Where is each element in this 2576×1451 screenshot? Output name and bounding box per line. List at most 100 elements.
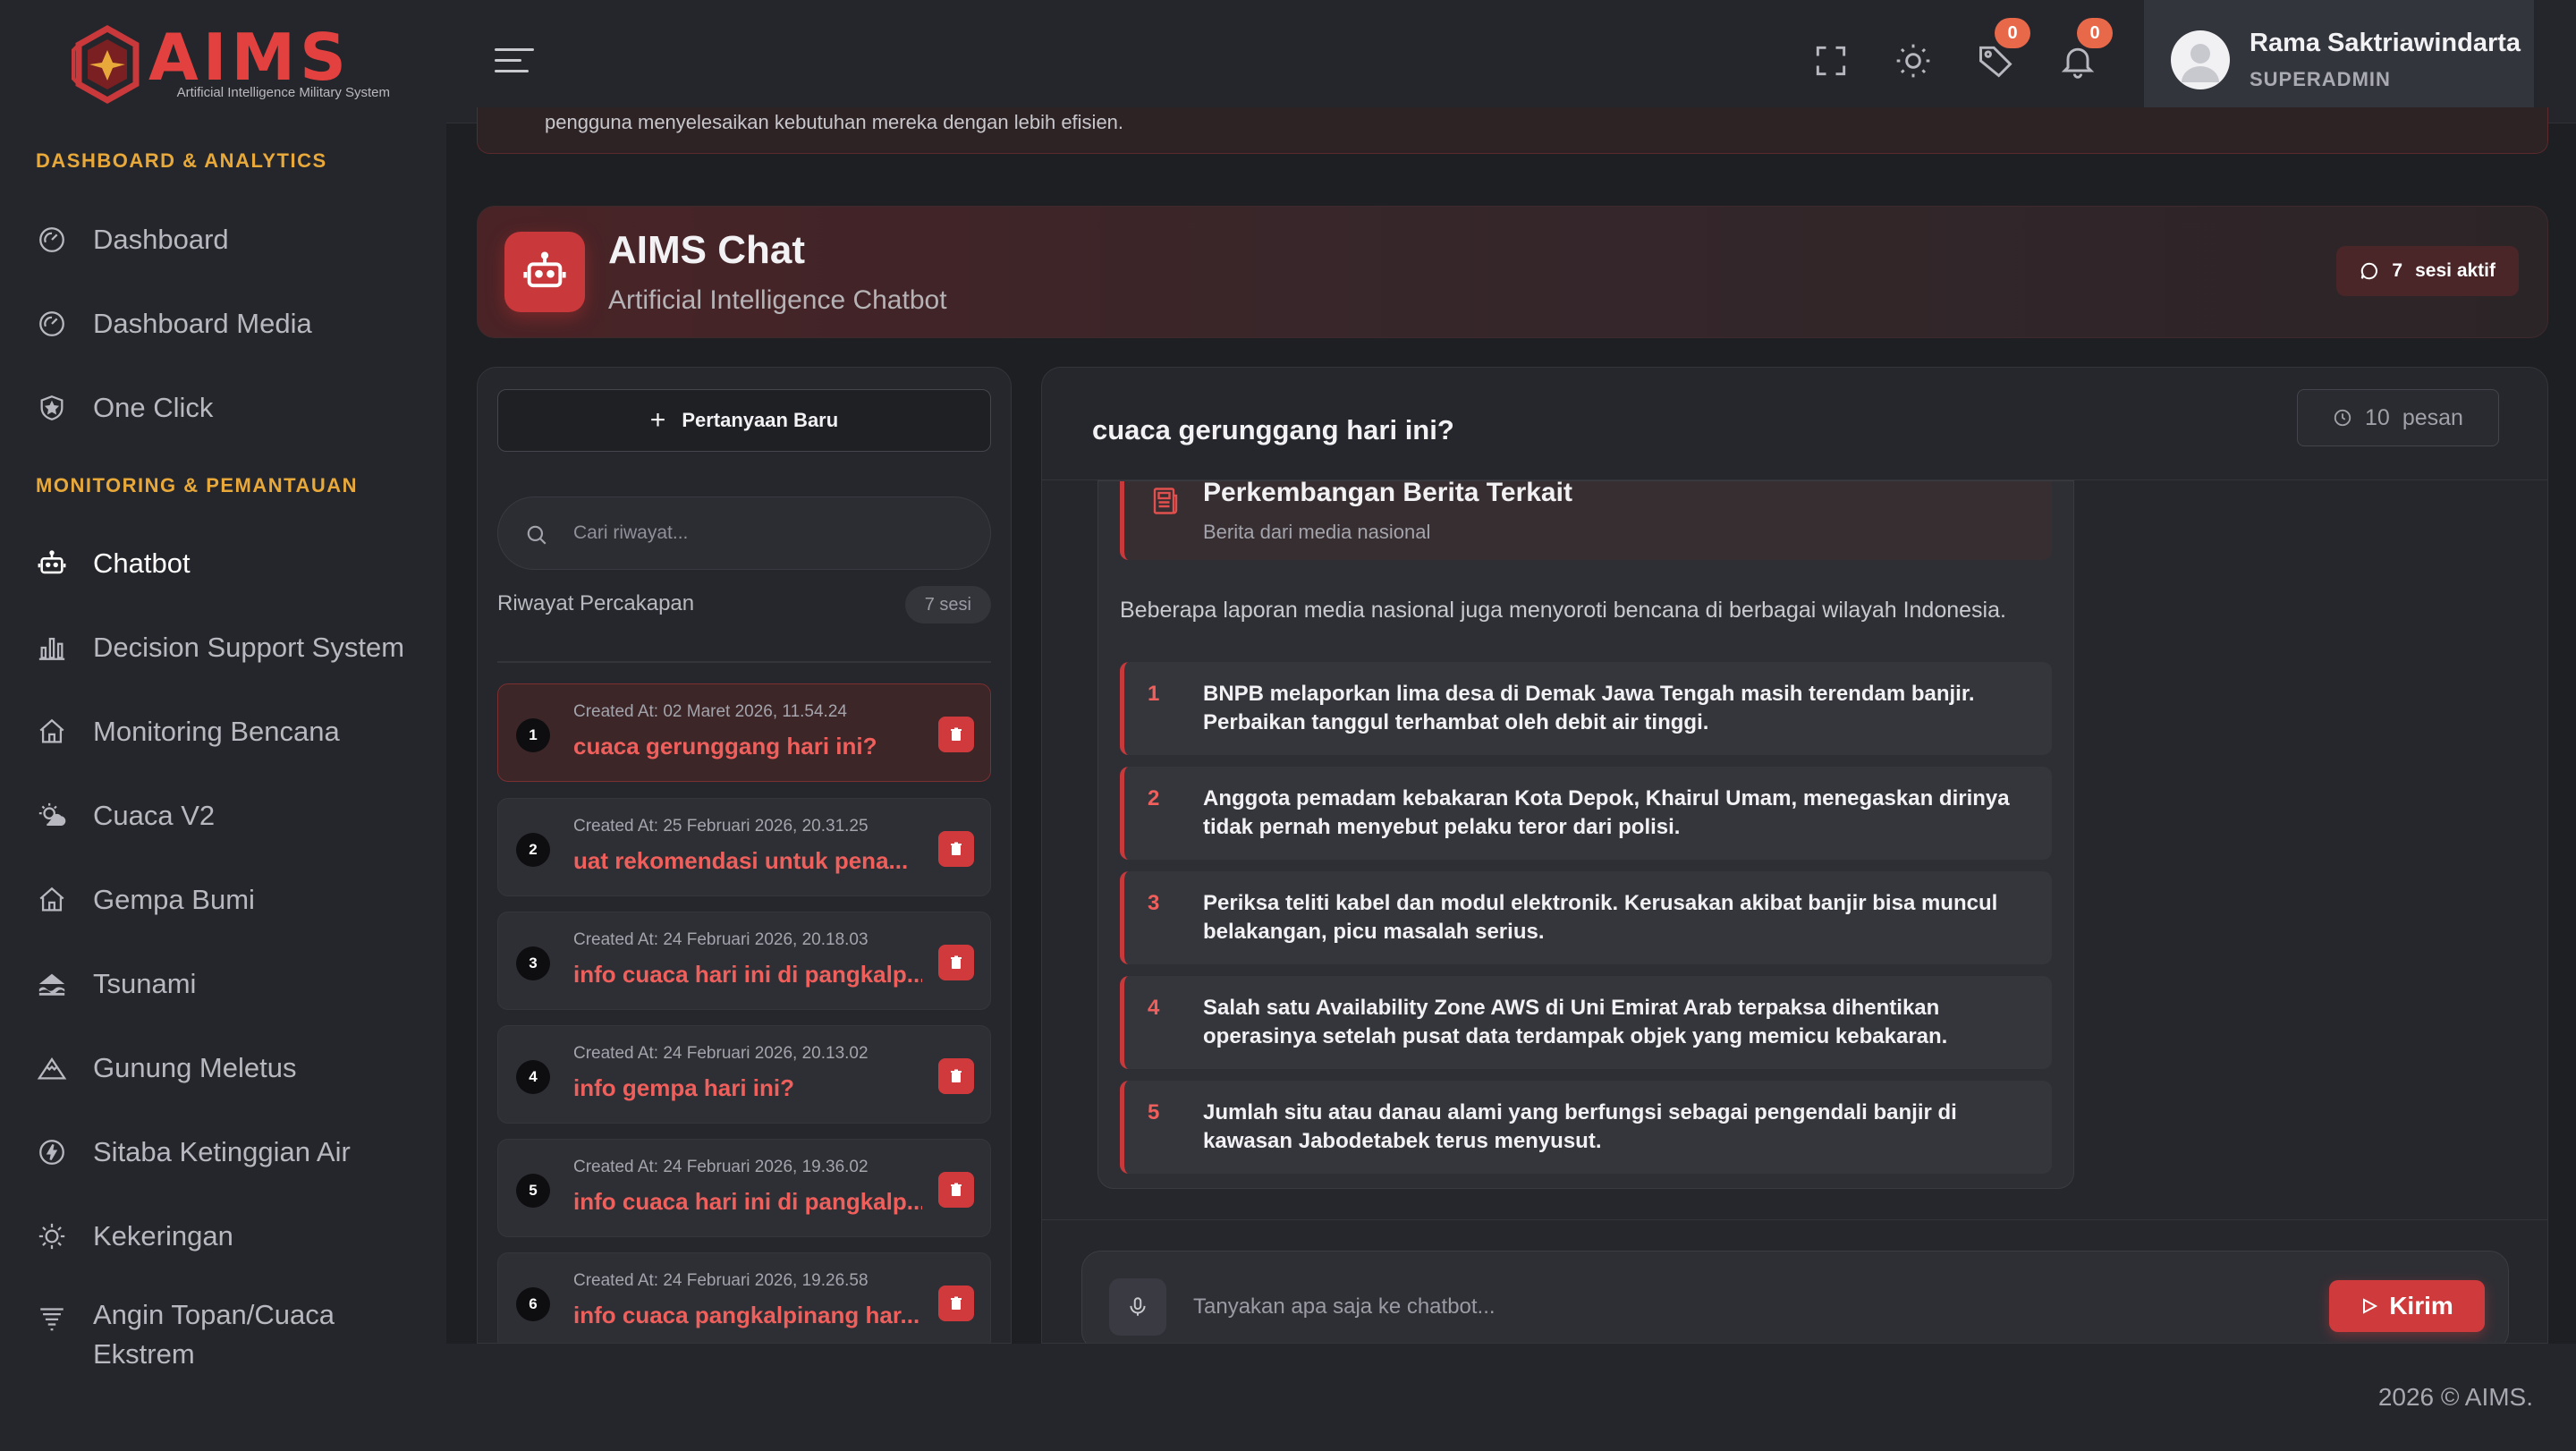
chat-topbar: cuaca gerunggang hari ini? 10 pesan — [1042, 368, 2547, 480]
news-title: Perkembangan Berita Terkait — [1203, 478, 1572, 507]
sidebar-item-chatbot[interactable]: Chatbot — [36, 537, 429, 590]
news-item: 1 BNPB melaporkan lima desa di Demak Jaw… — [1120, 662, 2052, 755]
news-item-text: Salah satu Availability Zone AWS di Uni … — [1203, 996, 1948, 1048]
info-notice: pengguna menyelesaikan kebutuhan mereka … — [477, 107, 2548, 154]
history-item[interactable]: 4 Created At: 24 Februari 2026, 20.13.02… — [497, 1025, 991, 1124]
fullscreen-icon[interactable] — [1809, 39, 1852, 82]
history-item[interactable]: 1 Created At: 02 Maret 2026, 11.54.24 cu… — [497, 683, 991, 782]
sidebar-item-gempa-bumi[interactable]: Gempa Bumi — [36, 873, 429, 927]
history-item-date: Created At: 02 Maret 2026, 11.54.24 — [573, 702, 847, 721]
clock-icon — [2334, 409, 2351, 427]
theme-toggle-sun-icon[interactable] — [1892, 39, 1935, 82]
history-search[interactable] — [497, 496, 991, 570]
sidebar-item-kekeringan[interactable]: Kekeringan — [36, 1209, 429, 1263]
shield-icon — [36, 392, 68, 424]
history-item-title: info cuaca hari ini di pangkalp... — [573, 961, 922, 988]
bot-message: Perkembangan Berita Terkait Berita dari … — [1097, 478, 2074, 1189]
sidebar-item-cuaca-v2[interactable]: Cuaca V2 — [36, 789, 429, 843]
message-label: pesan — [2402, 404, 2463, 430]
send-icon — [2363, 1298, 2378, 1314]
chat-input[interactable] — [1193, 1287, 2267, 1327]
news-subtitle: Berita dari media nasional — [1203, 521, 1431, 543]
house-icon — [36, 884, 68, 916]
user-name: Rama Saktriawindarta — [2250, 29, 2521, 57]
sidebar-item-gunung-meletus[interactable]: Gunung Meletus — [36, 1041, 429, 1095]
news-intro: Beberapa laporan media nasional juga men… — [1120, 598, 2006, 623]
news-item-number: 4 — [1148, 996, 1160, 1020]
chat-header-card: AIMS Chat Artificial Intelligence Chatbo… — [477, 206, 2548, 338]
chat-bubble-icon — [2361, 262, 2378, 280]
news-item-text: Periksa teliti kabel dan modul elektroni… — [1203, 891, 1998, 944]
delete-button[interactable] — [938, 831, 974, 867]
send-button[interactable]: Kirim — [2329, 1280, 2485, 1332]
avatar — [2171, 30, 2230, 89]
delete-button[interactable] — [938, 1058, 974, 1094]
sidebar-item-dashboard[interactable]: Dashboard — [36, 213, 429, 267]
mountain-icon — [36, 1052, 68, 1084]
sidebar-item-decision-support[interactable]: Decision Support System — [36, 621, 429, 675]
delete-button[interactable] — [938, 717, 974, 752]
send-label: Kirim — [2389, 1292, 2453, 1319]
brand-name: AIMS — [148, 20, 352, 95]
search-icon — [527, 525, 547, 545]
sidebar-item-label: Decision Support System — [93, 632, 405, 663]
microphone-button[interactable] — [1109, 1278, 1166, 1336]
sidebar-item-label: Dashboard Media — [93, 308, 312, 339]
section-dashboard-analytics: DASHBOARD & ANALYTICS — [36, 149, 327, 172]
history-item-title: info cuaca hari ini di pangkalp... — [573, 1188, 922, 1215]
sidebar-item-sitaba[interactable]: Sitaba Ketinggian Air — [36, 1125, 429, 1179]
news-item-number: 5 — [1148, 1100, 1160, 1124]
delete-button[interactable] — [938, 1172, 974, 1208]
history-item-date: Created At: 24 Februari 2026, 20.18.03 — [573, 930, 869, 949]
user-menu[interactable]: Rama Saktriawindarta SUPERADMIN — [2144, 0, 2534, 123]
history-item-number: 1 — [516, 718, 550, 752]
sidebar-item-dashboard-media[interactable]: Dashboard Media — [36, 297, 429, 351]
delete-button[interactable] — [938, 945, 974, 980]
news-item-text: Anggota pemadam kebakaran Kota Depok, Kh… — [1203, 786, 2010, 839]
history-item-number: 2 — [516, 833, 550, 867]
hamburger-menu-icon[interactable] — [495, 45, 534, 77]
gauge-icon — [36, 224, 68, 256]
history-item-date: Created At: 25 Februari 2026, 20.31.25 — [573, 817, 869, 836]
history-label: Riwayat Percakapan — [497, 591, 695, 615]
trash-icon — [951, 1183, 962, 1196]
sidebar-item-monitoring-bencana[interactable]: Monitoring Bencana — [36, 705, 429, 759]
news-item-number: 1 — [1148, 682, 1160, 706]
search-input[interactable] — [573, 515, 967, 551]
trash-icon — [951, 727, 962, 741]
delete-button[interactable] — [938, 1286, 974, 1321]
history-item[interactable]: 2 Created At: 25 Februari 2026, 20.31.25… — [497, 798, 991, 896]
history-item-number: 3 — [516, 946, 550, 980]
sidebar-item-label: Monitoring Bencana — [93, 716, 340, 747]
history-item[interactable]: 6 Created At: 24 Februari 2026, 19.26.58… — [497, 1252, 991, 1343]
history-item[interactable]: 5 Created At: 24 Februari 2026, 19.36.02… — [497, 1139, 991, 1237]
history-item-number: 5 — [516, 1174, 550, 1208]
house-icon — [36, 716, 68, 748]
new-question-label: Pertanyaan Baru — [682, 409, 839, 431]
history-item[interactable]: 3 Created At: 24 Februari 2026, 20.18.03… — [497, 912, 991, 1010]
sidebar-item-label: Angin Topan/Cuaca Ekstrem — [93, 1299, 335, 1370]
sidebar-item-tsunami[interactable]: Tsunami — [36, 957, 429, 1011]
sidebar-item-angin-topan[interactable]: Angin Topan/Cuaca Ekstrem — [36, 1295, 429, 1385]
page-title: AIMS Chat — [608, 228, 805, 272]
news-item: 2 Anggota pemadam kebakaran Kota Depok, … — [1120, 767, 2052, 860]
chat-composer-area: Kirim — [1042, 1219, 2547, 1343]
sessions-count: 7 — [2392, 260, 2403, 281]
footer: 2026 © AIMS. — [446, 1344, 2576, 1451]
sidebar-item-one-click[interactable]: One Click — [36, 381, 429, 435]
wind-icon — [36, 1301, 68, 1333]
sidebar-item-label: Sitaba Ketinggian Air — [93, 1136, 351, 1167]
topbar: 0 0 Rama Saktriawindarta SUPERADMIN — [446, 0, 2576, 123]
news-item-number: 3 — [1148, 891, 1160, 915]
tag-badge: 0 — [1995, 18, 2030, 48]
message-count: 10 — [2365, 404, 2390, 430]
sidebar-item-label: Chatbot — [93, 547, 191, 579]
conversation-title: cuaca gerunggang hari ini? — [1092, 414, 1454, 445]
notice-text: pengguna menyelesaikan kebutuhan mereka … — [545, 111, 1124, 133]
wave-icon — [36, 968, 68, 1000]
new-question-button[interactable]: + Pertanyaan Baru — [497, 389, 991, 452]
brand-subtitle: Artificial Intelligence Military System — [176, 85, 390, 100]
brand-logo-area[interactable]: AIMS Artificial Intelligence Military Sy… — [72, 20, 390, 107]
water-drop-icon — [36, 1136, 68, 1168]
history-item-date: Created At: 24 Februari 2026, 19.26.58 — [573, 1271, 869, 1290]
